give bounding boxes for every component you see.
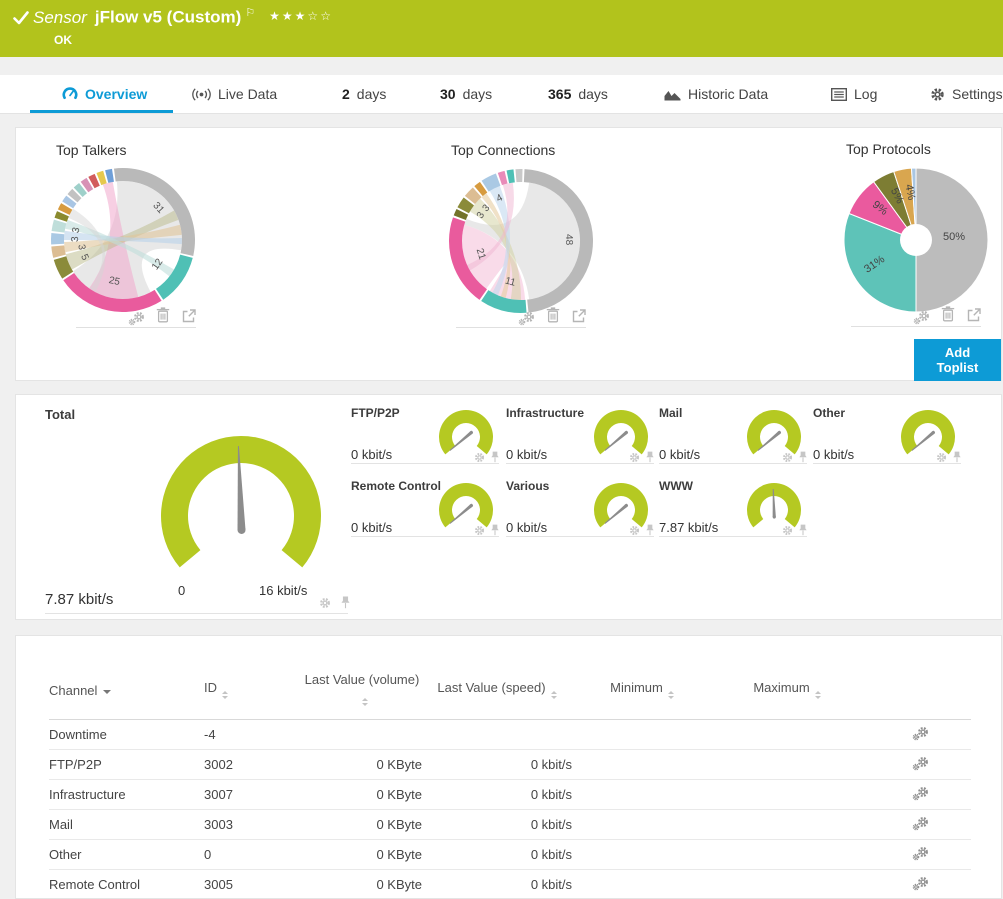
log-icon bbox=[831, 88, 847, 101]
top-talkers-chord-chart[interactable]: 3112255333 bbox=[48, 165, 198, 315]
channel-settings-gears-icon[interactable] bbox=[912, 786, 929, 801]
column-header-minimum[interactable]: Minimum bbox=[572, 666, 712, 720]
table-row[interactable]: Mail3003 0 KByte0 kbit/s bbox=[49, 810, 971, 840]
channels-table-panel: Channel ID Last Value (volume) Last Valu… bbox=[15, 635, 1002, 899]
column-header-last-value-speed[interactable]: Last Value (speed) bbox=[422, 666, 572, 720]
tab-log[interactable]: Log bbox=[831, 75, 877, 113]
column-header-channel[interactable]: Channel bbox=[49, 666, 204, 720]
column-header-id[interactable]: ID bbox=[204, 666, 302, 720]
gauge-label: Various bbox=[506, 479, 549, 493]
sort-icon bbox=[551, 688, 557, 702]
tab-30-days[interactable]: 30days bbox=[440, 75, 492, 113]
object-kind-label: Sensor bbox=[33, 8, 87, 27]
trash-icon[interactable] bbox=[941, 306, 955, 325]
gauge-label: Other bbox=[813, 406, 845, 420]
gauge-label-total: Total bbox=[45, 407, 75, 422]
external-link-icon[interactable] bbox=[967, 308, 981, 325]
table-row[interactable]: Infrastructure3007 0 KByte0 kbit/s bbox=[49, 780, 971, 810]
tab-live-data[interactable]: Live Data bbox=[192, 75, 277, 113]
toplists-panel: Top Talkers Top Connections Top Protocol… bbox=[15, 127, 1002, 381]
gear-icon[interactable] bbox=[319, 597, 331, 612]
gears-icon[interactable] bbox=[518, 311, 535, 326]
total-gauge-value: 7.87 kbit/s bbox=[45, 591, 113, 608]
gears-icon[interactable] bbox=[128, 311, 145, 326]
add-toplist-button[interactable]: Add Toplist bbox=[914, 339, 1001, 381]
top-talkers-toolbar bbox=[76, 307, 196, 328]
external-link-icon[interactable] bbox=[182, 309, 196, 326]
channels-table: Channel ID Last Value (volume) Last Valu… bbox=[49, 666, 971, 899]
sensor-header: Sensor jFlow v5 (Custom) ⚐ ★★★☆☆ OK bbox=[0, 0, 1003, 57]
toplist-title-top-talkers[interactable]: Top Talkers bbox=[56, 142, 127, 158]
gear-icon bbox=[930, 87, 945, 102]
pin-icon[interactable] bbox=[340, 596, 351, 612]
table-header-row: Channel ID Last Value (volume) Last Valu… bbox=[49, 666, 971, 720]
gauge-icon bbox=[62, 86, 78, 102]
table-row[interactable]: Other0 0 KByte0 kbit/s bbox=[49, 840, 971, 870]
channel-settings-gears-icon[interactable] bbox=[912, 876, 929, 891]
channel-settings-gears-icon[interactable] bbox=[912, 846, 929, 861]
top-connections-toolbar bbox=[456, 307, 586, 328]
channel-settings-gears-icon[interactable] bbox=[912, 816, 929, 831]
gauge-max-label: 16 kbit/s bbox=[259, 583, 307, 598]
priority-stars[interactable]: ★★★☆☆ bbox=[269, 9, 333, 23]
area-chart-icon bbox=[664, 88, 681, 101]
sort-icon bbox=[222, 688, 228, 702]
tab-overview[interactable]: Overview bbox=[62, 75, 147, 113]
sort-icon bbox=[668, 688, 674, 702]
external-link-icon[interactable] bbox=[572, 309, 586, 326]
trash-icon[interactable] bbox=[156, 307, 170, 326]
channel-settings-gears-icon[interactable] bbox=[912, 756, 929, 771]
flag-icon[interactable]: ⚐ bbox=[245, 7, 255, 19]
gauge-min-label: 0 bbox=[178, 583, 185, 598]
gears-icon[interactable] bbox=[913, 310, 930, 325]
sensor-status-badge: OK bbox=[54, 33, 72, 47]
channel-settings-gears-icon[interactable] bbox=[912, 726, 929, 741]
toplist-title-top-connections[interactable]: Top Connections bbox=[451, 142, 555, 158]
gauge-value: 0 kbit/s bbox=[351, 447, 392, 462]
sort-icon bbox=[815, 688, 821, 702]
gauge-value: 0 kbit/s bbox=[506, 447, 547, 462]
gauges-panel: Total 0 16 kbit/s 7.87 kbit/s FTP/P2P 0 … bbox=[15, 394, 1002, 620]
tab-365-days[interactable]: 365days bbox=[548, 75, 608, 113]
total-gauge bbox=[146, 421, 336, 596]
trash-icon[interactable] bbox=[546, 307, 560, 326]
tab-bar: Overview Live Data 2days 30days 365days … bbox=[0, 75, 1003, 114]
gauge-label: Remote Control bbox=[351, 479, 441, 493]
tab-historic-data[interactable]: Historic Data bbox=[664, 75, 768, 113]
tab-2-days[interactable]: 2days bbox=[342, 75, 386, 113]
gauge-label: FTP/P2P bbox=[351, 406, 400, 420]
column-header-maximum[interactable]: Maximum bbox=[712, 666, 862, 720]
status-ok-check-icon bbox=[13, 11, 29, 28]
broadcast-icon bbox=[192, 88, 211, 101]
gauge-value: 0 kbit/s bbox=[659, 447, 700, 462]
gauge-value: 0 kbit/s bbox=[506, 520, 547, 535]
gauge-label: Mail bbox=[659, 406, 682, 420]
svg-text:50%: 50% bbox=[943, 231, 965, 243]
column-header-last-value-volume[interactable]: Last Value (volume) bbox=[302, 666, 422, 720]
top-protocols-toolbar bbox=[851, 306, 981, 327]
gauge-label: Infrastructure bbox=[506, 406, 584, 420]
top-connections-chord-chart[interactable]: 481121334 bbox=[446, 166, 596, 316]
tab-settings[interactable]: Settings bbox=[930, 75, 1003, 113]
gauge-label: WWW bbox=[659, 479, 693, 493]
sort-desc-icon bbox=[103, 690, 111, 698]
table-row[interactable]: FTP/P2P3002 0 KByte0 kbit/s bbox=[49, 750, 971, 780]
toplist-title-top-protocols[interactable]: Top Protocols bbox=[846, 141, 931, 157]
sort-icon bbox=[362, 695, 368, 709]
svg-text:3: 3 bbox=[70, 236, 81, 242]
top-protocols-pie-chart[interactable]: 50%31%9%5%4% bbox=[841, 165, 991, 315]
sensor-title: jFlow v5 (Custom) bbox=[95, 8, 241, 27]
gauge-value: 7.87 kbit/s bbox=[659, 520, 718, 535]
table-row[interactable]: Downtime-4 bbox=[49, 720, 971, 750]
gauge-value: 0 kbit/s bbox=[813, 447, 854, 462]
total-gauge-toolbar bbox=[314, 596, 351, 612]
gauge-value: 0 kbit/s bbox=[351, 520, 392, 535]
svg-text:48: 48 bbox=[563, 234, 574, 246]
table-row[interactable]: Remote Control3005 0 KByte0 kbit/s bbox=[49, 870, 971, 899]
